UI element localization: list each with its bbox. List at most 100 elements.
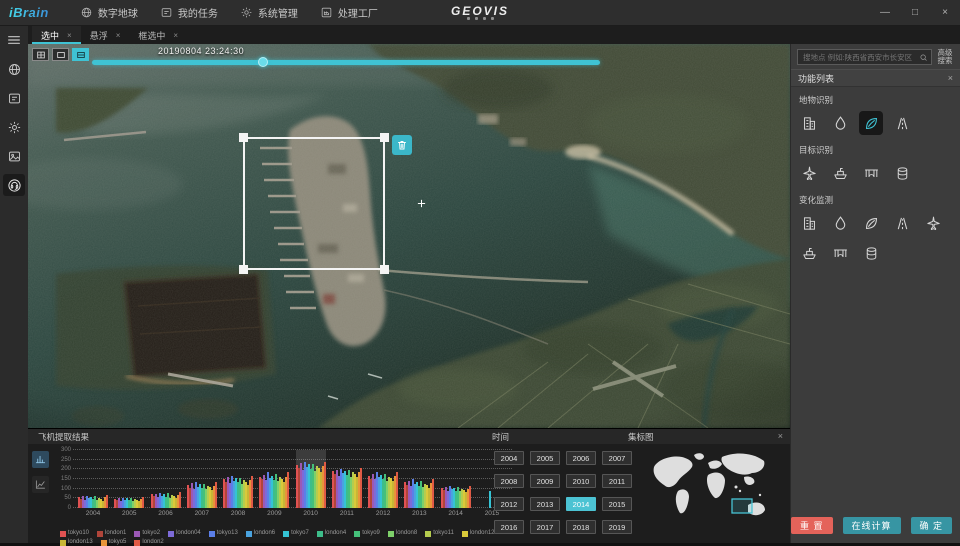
water-drop-function-button[interactable] [828,211,852,235]
map-selection-box[interactable] [243,137,385,270]
sidebar-image-button[interactable] [3,145,25,167]
online-compute-button[interactable]: 在线计算 [843,517,901,534]
minimize-button[interactable]: — [870,0,900,25]
sidebar-headset-button[interactable] [3,174,25,196]
year-button-2004[interactable]: 2004 [494,451,524,465]
bar-chart-button[interactable] [32,451,49,468]
maximize-button[interactable]: □ [900,0,930,25]
bar-group-2007[interactable]: 2007 [187,450,217,508]
x-tick-label: 2004 [86,510,100,517]
advanced-search-link[interactable]: 高级搜索 [936,49,954,65]
building-function-button[interactable] [797,111,821,135]
timeline-track[interactable] [92,60,600,65]
legend-label: london1 [105,530,126,537]
year-button-2014[interactable]: 2014 [566,497,596,511]
tab-close-icon[interactable]: × [67,31,72,40]
legend-label: london4 [325,530,346,537]
year-button-2018[interactable]: 2018 [566,520,596,534]
map-view[interactable]: 20190804 23:24:30 [28,44,790,428]
left-sidebar [0,26,28,543]
bar-group-2008[interactable]: 2008 [223,450,253,508]
building-function-button[interactable] [797,211,821,235]
tab-悬浮[interactable]: 悬浮× [81,26,130,44]
selection-handle-topright[interactable] [380,133,389,142]
year-button-2005[interactable]: 2005 [530,451,560,465]
oil-tank-function-button[interactable] [890,161,914,185]
legend-item-tokyo11: tokyo11 [425,530,454,537]
year-button-2006[interactable]: 2006 [566,451,596,465]
year-button-2010[interactable]: 2010 [566,474,596,488]
airplane-function-button[interactable] [797,161,821,185]
bar-group-2009[interactable]: 2009 [259,450,289,508]
map-tool-polygon[interactable] [72,48,89,61]
sidebar-globe-button[interactable] [3,58,25,80]
tab-框选中[interactable]: 框选中× [129,26,187,44]
year-button-2015[interactable]: 2015 [602,497,632,511]
airplane-function-button[interactable] [921,211,945,235]
year-button-2008[interactable]: 2008 [494,474,524,488]
bottom-panel-body: 0501001502002503002004200520062007200820… [28,444,790,544]
year-button-2012[interactable]: 2012 [494,497,524,511]
bar-group-2006[interactable]: 2006 [151,450,181,508]
selection-handle-bottomleft[interactable] [239,265,248,274]
water-drop-function-button[interactable] [828,111,852,135]
close-icon[interactable]: × [948,73,953,83]
year-button-2011[interactable]: 2011 [602,474,632,488]
delete-selection-button[interactable] [392,135,412,155]
reset-button[interactable]: 重 置 [791,517,833,534]
year-button-2013[interactable]: 2013 [530,497,560,511]
tab-选中[interactable]: 选中× [32,26,81,44]
tab-close-icon[interactable]: × [173,31,178,40]
year-button-2009[interactable]: 2009 [530,474,560,488]
timeline: 20190804 23:24:30 [92,46,602,72]
ship-function-button[interactable] [828,161,852,185]
menu-item-factory[interactable]: 处理工厂 [309,0,389,25]
oil-tank-function-button[interactable] [859,241,883,265]
road-function-button[interactable] [890,211,914,235]
selection-handle-bottomright[interactable] [380,265,389,274]
ship-function-button[interactable] [797,241,821,265]
minimap-viewport-rect[interactable] [732,499,752,513]
sidebar-gear-button[interactable] [3,116,25,138]
bar-group-2004[interactable]: 2004 [78,450,108,508]
road-function-button[interactable] [890,111,914,135]
menu-item-gear[interactable]: 系统管理 [229,0,309,25]
chart-legend: tokyo10london1tokyo2london04tokyo13londo… [60,530,512,546]
map-tool-grid[interactable] [32,48,49,61]
sidebar-tasks-button[interactable] [3,87,25,109]
ship-icon [801,245,818,262]
search-icon[interactable] [919,53,928,62]
confirm-button[interactable]: 确 定 [911,517,953,534]
leaf-function-button[interactable] [859,111,883,135]
timeline-handle[interactable] [258,57,268,67]
search-input[interactable] [801,52,917,63]
close-icon[interactable]: × [778,431,783,441]
bridge-function-button[interactable] [859,161,883,185]
year-button-2019[interactable]: 2019 [602,520,632,534]
bar-group-2012[interactable]: 2012 [368,450,398,508]
legend-swatch [134,531,140,537]
bar-group-2005[interactable]: 2005 [114,450,144,508]
bridge-function-button[interactable] [828,241,852,265]
leaf-function-button[interactable] [859,211,883,235]
bar-group-2010[interactable]: 2010 [296,450,326,508]
year-button-2016[interactable]: 2016 [494,520,524,534]
selection-handle-topleft[interactable] [239,133,248,142]
bar-group-2014[interactable]: 2014 [441,450,471,508]
tab-close-icon[interactable]: × [116,31,121,40]
function-list-header: 功能列表 × [791,69,960,87]
line-chart-button[interactable] [32,476,49,493]
search-box[interactable] [797,49,932,65]
menu-item-tasks[interactable]: 我的任务 [149,0,229,25]
map-tool-rect[interactable] [52,48,69,61]
world-minimap[interactable] [648,446,778,540]
year-button-2017[interactable]: 2017 [530,520,560,534]
year-button-2007[interactable]: 2007 [602,451,632,465]
close-button[interactable]: × [930,0,960,25]
bar-group-2013[interactable]: 2013 [404,450,434,508]
polygon-icon [76,50,86,60]
legend-label: tokyo11 [433,530,454,537]
menu-item-globe[interactable]: 数字地球 [69,0,149,25]
sidebar-menu-button[interactable] [3,29,25,51]
bar-group-2011[interactable]: 2011 [332,450,362,508]
